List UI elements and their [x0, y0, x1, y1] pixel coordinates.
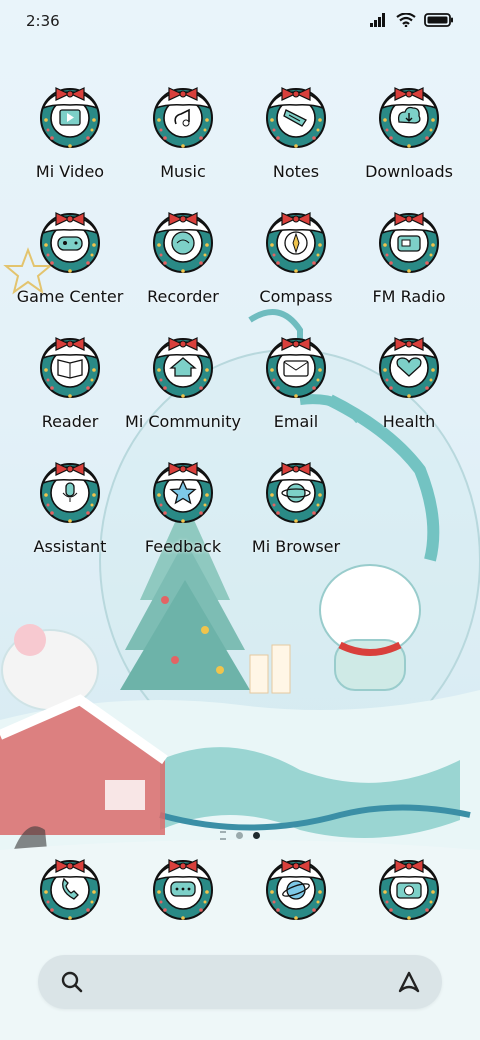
star-icon: [153, 462, 213, 523]
dock-browser[interactable]: [236, 852, 356, 964]
book-icon: [40, 337, 100, 398]
search-bar[interactable]: [38, 955, 442, 1009]
radio-icon: [379, 212, 439, 273]
page-dot: [220, 830, 226, 840]
wifi-icon: [396, 13, 416, 27]
status-bar: 2:36: [0, 0, 480, 44]
status-time: 2:36: [26, 12, 60, 30]
message-icon: [153, 859, 213, 920]
app-label: Downloads: [365, 162, 453, 181]
compass-icon: [266, 212, 326, 273]
dock: [0, 852, 480, 932]
mail-icon: [266, 337, 326, 398]
page-dot: [236, 831, 243, 839]
app-mi-browser[interactable]: Mi Browser: [236, 455, 356, 567]
page-dot-active: [253, 831, 260, 839]
phone-icon: [40, 859, 100, 920]
app-label: Mi Browser: [251, 537, 341, 556]
notes-icon: [266, 87, 326, 148]
signal-icon: [370, 13, 385, 27]
camera-icon: [379, 859, 439, 920]
health-icon: [379, 337, 439, 398]
page-indicator[interactable]: [0, 828, 480, 842]
app-health[interactable]: Health: [349, 330, 469, 442]
status-icons: [370, 13, 454, 27]
dock-messages[interactable]: [123, 852, 243, 964]
app-fm-radio[interactable]: FM Radio: [349, 205, 469, 317]
app-label: FM Radio: [372, 287, 446, 306]
browser-icon: [266, 859, 326, 920]
recorder-icon: [153, 212, 213, 273]
microphone-icon: [40, 462, 100, 523]
downloads-icon: [379, 87, 439, 148]
planet-icon: [266, 462, 326, 523]
dock-phone[interactable]: [10, 852, 130, 964]
assistant-icon[interactable]: [396, 969, 422, 995]
app-downloads[interactable]: Downloads: [349, 80, 469, 192]
battery-icon: [424, 13, 453, 27]
search-icon: [61, 971, 83, 993]
music-icon: [153, 87, 213, 148]
video-icon: [40, 87, 100, 148]
home-icon: [153, 337, 213, 398]
gamepad-icon: [40, 212, 100, 273]
dock-camera[interactable]: [349, 852, 469, 964]
app-label: Health: [382, 412, 436, 431]
